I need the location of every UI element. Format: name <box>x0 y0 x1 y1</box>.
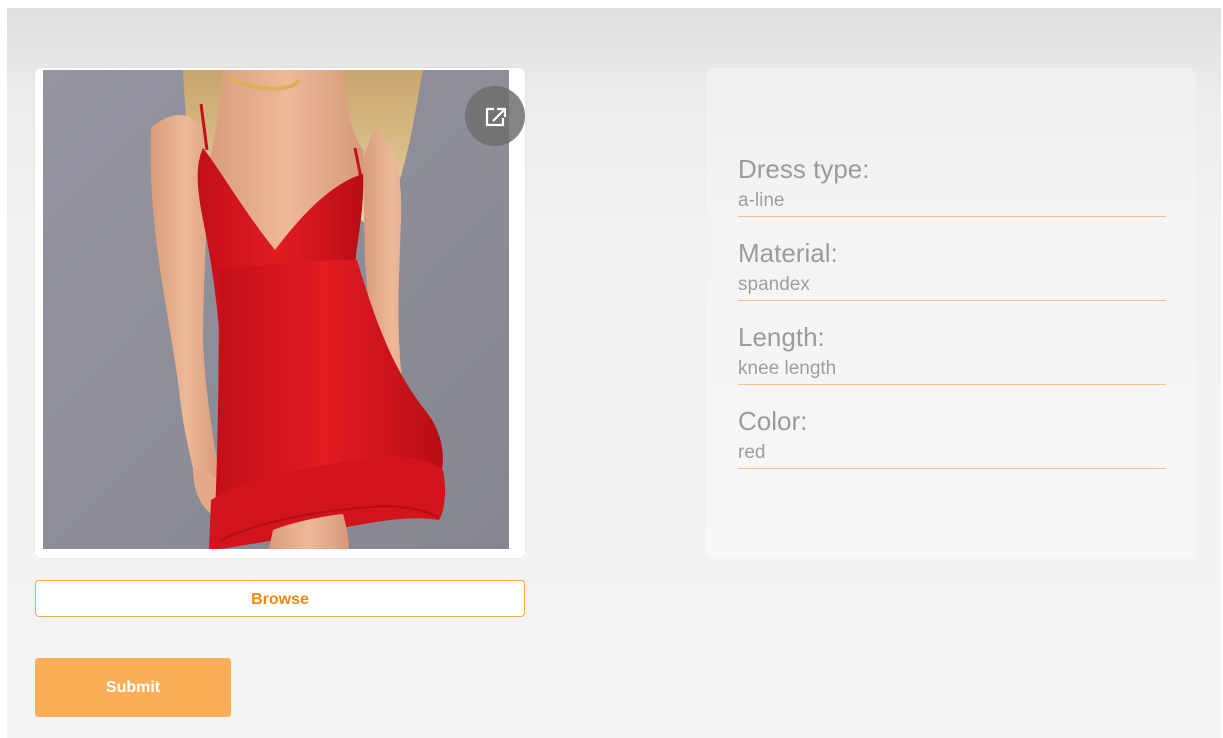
attribute-value: spandex <box>738 274 810 295</box>
browse-button[interactable]: Browse <box>35 580 525 617</box>
attribute-label: Color: <box>738 406 808 436</box>
attribute-divider <box>738 300 1166 301</box>
dress-illustration <box>43 70 509 549</box>
attribute-label: Length: <box>738 322 825 352</box>
attribute-value: a-line <box>738 190 785 211</box>
submit-button[interactable]: Submit <box>35 658 231 717</box>
dress-photo <box>43 70 509 549</box>
attribute-label: Material: <box>738 238 838 268</box>
image-card <box>35 68 525 558</box>
expand-image-button[interactable] <box>465 86 525 146</box>
page: Browse Submit Dress type: a-line Materia… <box>7 8 1221 738</box>
attributes-list: Dress type: a-line Material: spandex Len… <box>738 150 1166 486</box>
attribute-divider <box>738 384 1166 385</box>
attribute-divider <box>738 468 1166 469</box>
attribute-value: red <box>738 442 766 463</box>
attribute-dress-type: Dress type: a-line <box>738 150 1166 234</box>
attribute-length: Length: knee length <box>738 318 1166 402</box>
attribute-value: knee length <box>738 358 837 379</box>
attribute-color: Color: red <box>738 402 1166 486</box>
attributes-panel: Dress type: a-line Material: spandex Len… <box>706 68 1196 558</box>
attribute-material: Material: spandex <box>738 234 1166 318</box>
open-in-new-icon <box>485 107 507 127</box>
attribute-label: Dress type: <box>738 154 870 184</box>
attribute-divider <box>738 216 1166 217</box>
